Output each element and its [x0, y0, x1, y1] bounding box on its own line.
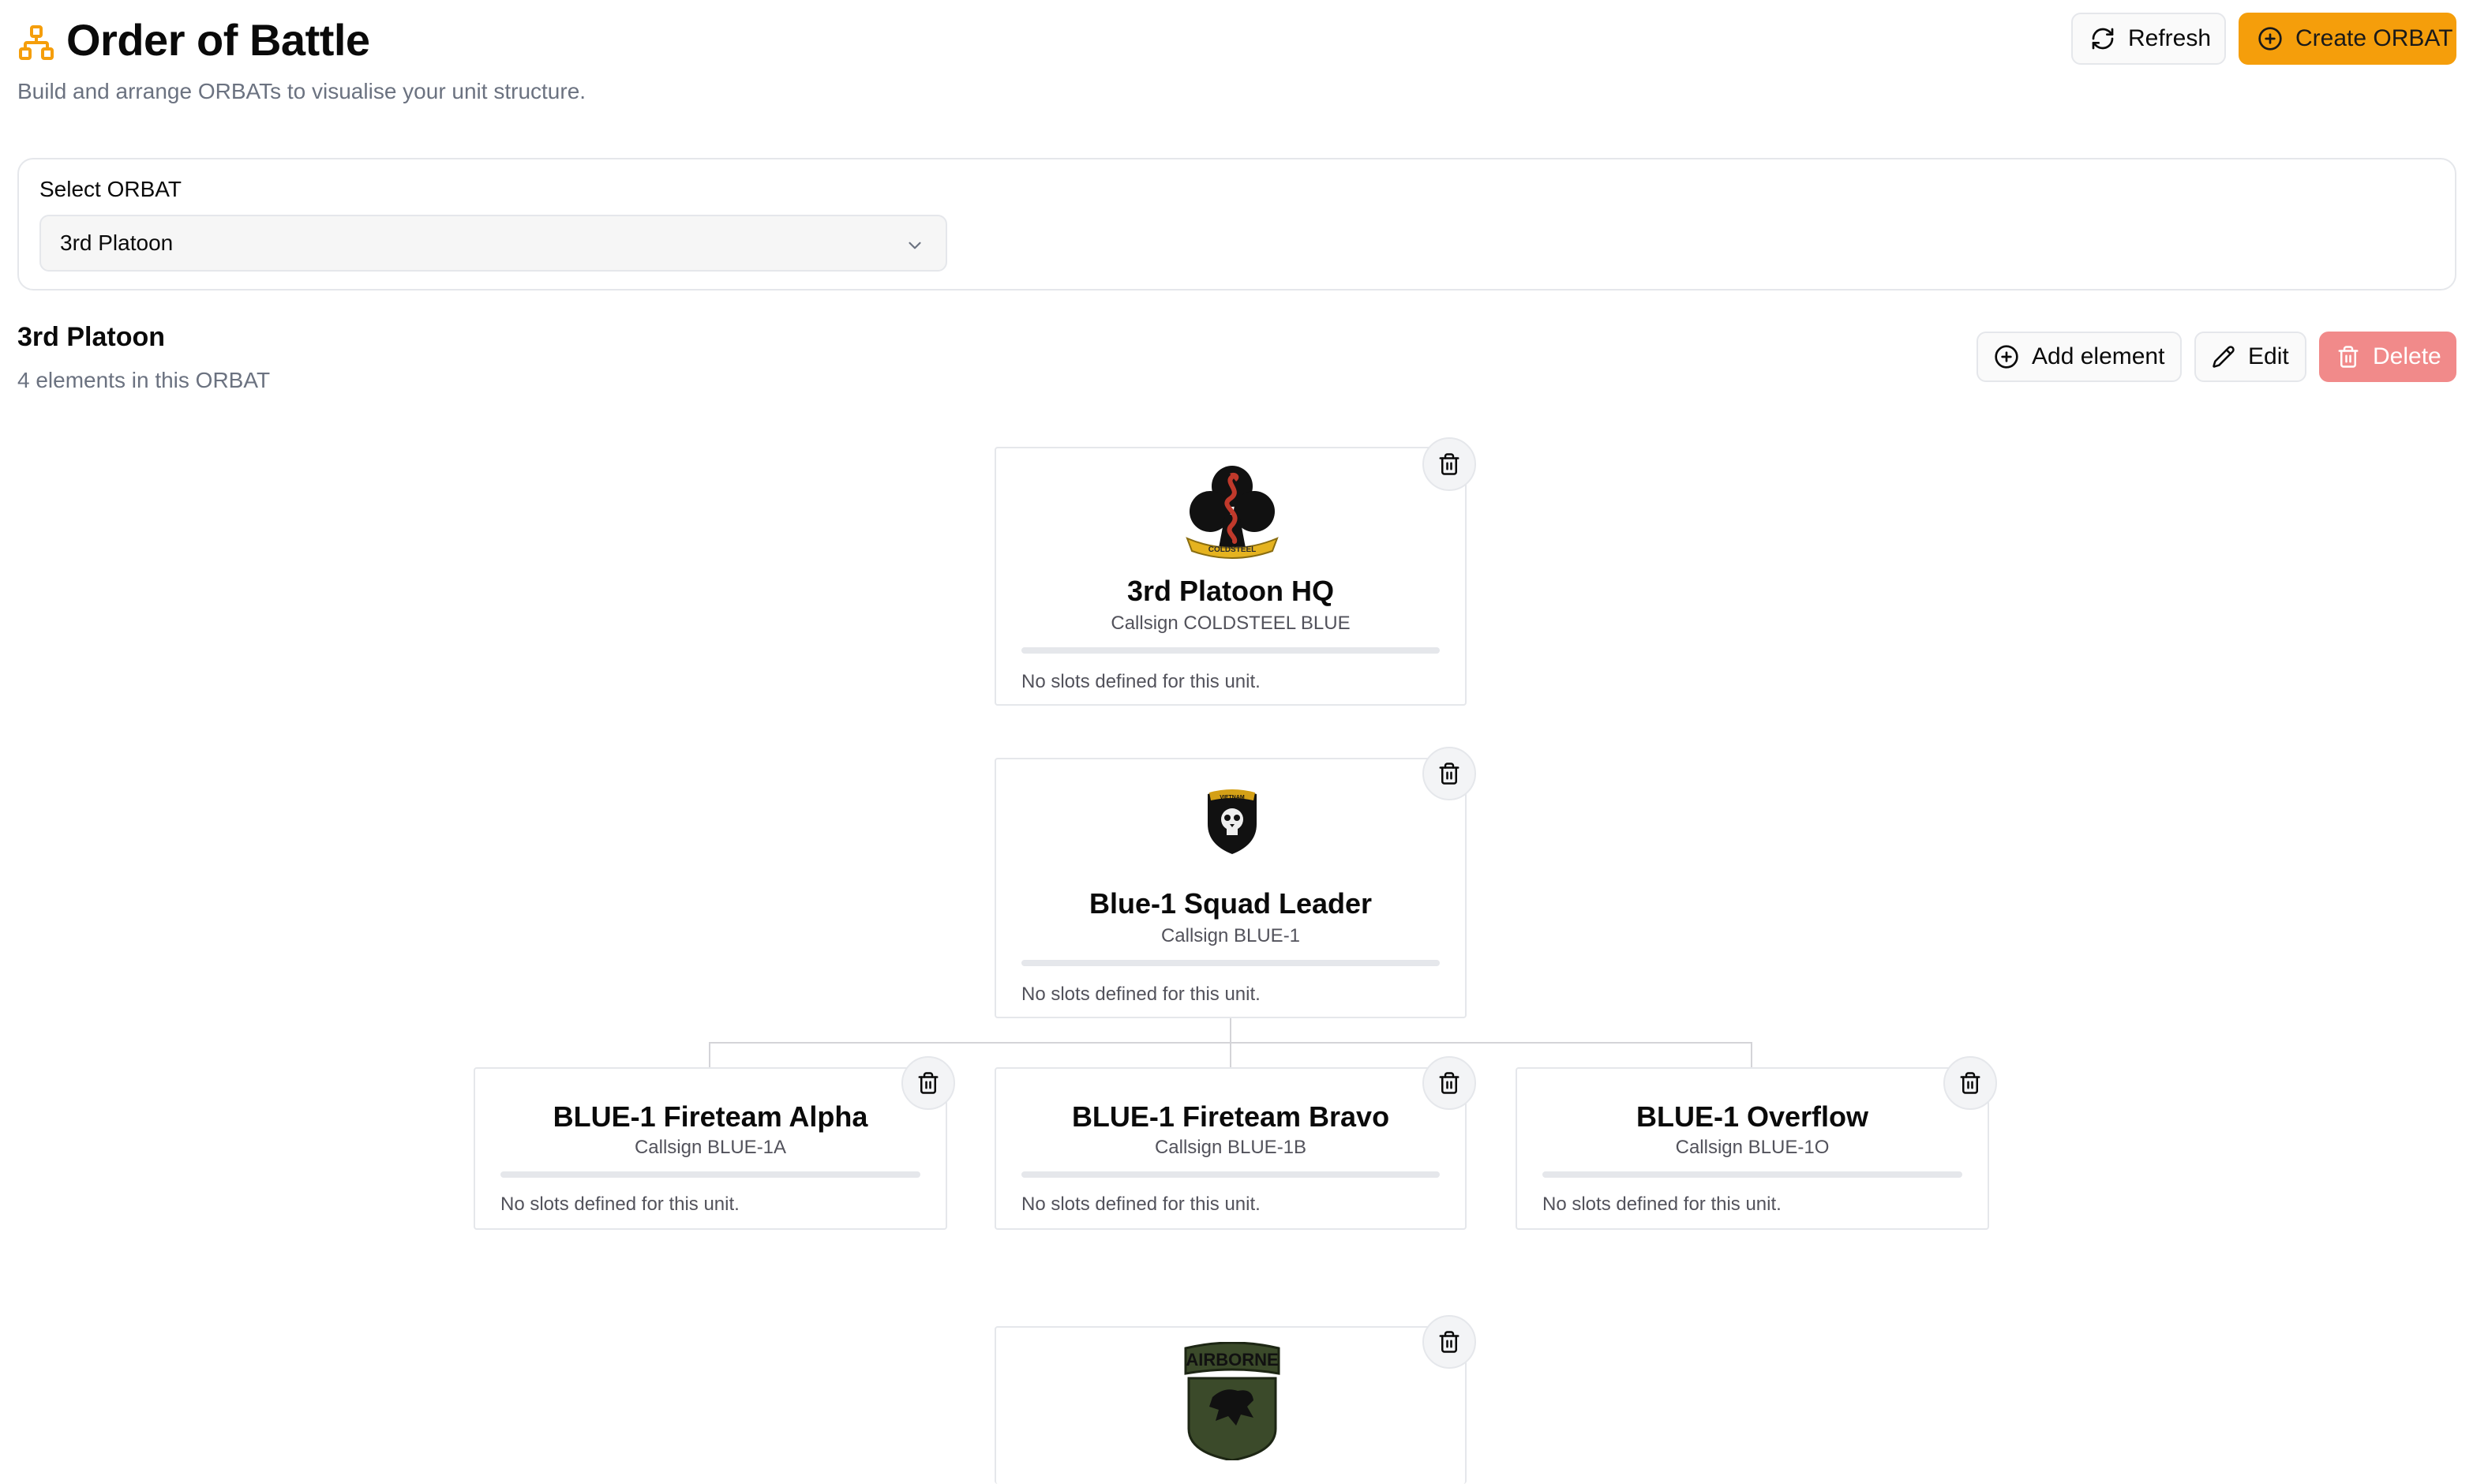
page-title: Order of Battle	[66, 15, 370, 65]
delete-unit-button[interactable]	[1422, 747, 1476, 800]
sitemap-icon	[19, 25, 54, 60]
unit-card[interactable]: COLDSTEEL 3rd Platoon HQ Callsign COLDST…	[995, 447, 1467, 706]
unit-card[interactable]: VIETNAM Blue-1 Squad Leader Callsign BLU…	[995, 758, 1467, 1018]
page-subtitle: Build and arrange ORBATs to visualise yo…	[17, 79, 586, 103]
unit-callsign: Callsign BLUE-1B	[1154, 1137, 1307, 1158]
unit-slot-bar	[1021, 960, 1440, 966]
unit-name: BLUE-1 Overflow	[1636, 1100, 1869, 1133]
plus-circle-icon	[2258, 27, 2282, 51]
orbat-select-value: 3rd Platoon	[60, 230, 174, 255]
unit-slot-bar	[1021, 1171, 1440, 1178]
unit-callsign: Callsign BLUE-1O	[1675, 1137, 1830, 1158]
unit-name: 3rd Platoon HQ	[1126, 575, 1335, 607]
delete-orbat-button[interactable]: Delete	[2319, 332, 2456, 382]
trash-icon	[1439, 763, 1459, 785]
tree-connector	[709, 1042, 710, 1067]
orbat-name: 3rd Platoon	[17, 322, 166, 352]
emblem-text: AIRBORNE	[1186, 1350, 1278, 1370]
unit-callsign: Callsign COLDSTEEL BLUE	[1111, 613, 1351, 634]
unit-slot-bar	[1542, 1171, 1962, 1178]
airborne-lion-emblem: AIRBORNE	[1184, 1342, 1280, 1460]
delete-unit-button[interactable]	[1943, 1056, 1997, 1110]
create-orbat-label: Create ORBAT	[2295, 25, 2453, 51]
emblem-text: COLDSTEEL	[1208, 545, 1257, 554]
tree-connector	[1230, 1017, 1231, 1044]
tree-connector	[1230, 1042, 1231, 1067]
orbat-select[interactable]: 3rd Platoon	[39, 215, 947, 272]
unit-slots-text: No slots defined for this unit.	[1542, 1194, 1782, 1215]
unit-card[interactable]: AIRBORNE	[995, 1326, 1467, 1484]
trash-icon	[1439, 1072, 1459, 1094]
unit-slots-text: No slots defined for this unit.	[1021, 984, 1261, 1005]
delete-label: Delete	[2373, 343, 2441, 369]
create-orbat-button[interactable]: Create ORBAT	[2239, 13, 2456, 65]
unit-slots-text: No slots defined for this unit.	[1021, 671, 1261, 692]
unit-name: Blue-1 Squad Leader	[1088, 887, 1373, 920]
delete-unit-button[interactable]	[1422, 1315, 1476, 1369]
trash-icon	[1439, 453, 1459, 475]
tree-connector	[1751, 1042, 1752, 1067]
trash-icon	[918, 1072, 939, 1094]
delete-unit-button[interactable]	[1422, 437, 1476, 491]
add-element-label: Add element	[2032, 343, 2165, 369]
edit-button[interactable]: Edit	[2194, 332, 2306, 382]
delete-unit-button[interactable]	[1422, 1056, 1476, 1110]
unit-callsign: Callsign BLUE-1A	[634, 1137, 787, 1158]
unit-card[interactable]: BLUE-1 Fireteam Alpha Callsign BLUE-1A N…	[474, 1067, 947, 1230]
unit-slot-bar	[500, 1171, 920, 1178]
refresh-icon	[2092, 28, 2114, 50]
select-orbat-label: Select ORBAT	[39, 177, 182, 201]
unit-name: BLUE-1 Fireteam Alpha	[553, 1100, 868, 1133]
trash-icon	[1439, 1331, 1459, 1353]
unit-slot-bar	[1021, 647, 1440, 654]
refresh-label: Refresh	[2128, 25, 2212, 51]
edit-label: Edit	[2248, 343, 2289, 369]
unit-card[interactable]: BLUE-1 Fireteam Bravo Callsign BLUE-1B N…	[995, 1067, 1467, 1230]
unit-name: BLUE-1 Fireteam Bravo	[1071, 1100, 1390, 1133]
skull-shield-emblem: VIETNAM	[1208, 789, 1257, 854]
orbat-select-card: Select ORBAT 3rd Platoon	[17, 158, 2456, 290]
plus-circle-icon	[1995, 345, 2018, 369]
trash-icon	[2338, 346, 2359, 368]
unit-callsign: Callsign BLUE-1	[1160, 925, 1301, 946]
chevron-down-icon	[909, 242, 921, 249]
delete-unit-button[interactable]	[901, 1056, 955, 1110]
trash-icon	[1960, 1072, 1980, 1094]
unit-card[interactable]: BLUE-1 Overflow Callsign BLUE-1O No slot…	[1516, 1067, 1989, 1230]
unit-slots-text: No slots defined for this unit.	[1021, 1194, 1261, 1215]
refresh-button[interactable]: Refresh	[2071, 13, 2226, 65]
unit-slots-text: No slots defined for this unit.	[500, 1194, 740, 1215]
add-element-button[interactable]: Add element	[1977, 332, 2182, 382]
orbat-element-count: 4 elements in this ORBAT	[17, 368, 271, 392]
pencil-icon	[2213, 346, 2235, 368]
emblem-text: VIETNAM	[1220, 795, 1245, 800]
cobra-club-emblem: COLDSTEEL	[1186, 466, 1279, 559]
